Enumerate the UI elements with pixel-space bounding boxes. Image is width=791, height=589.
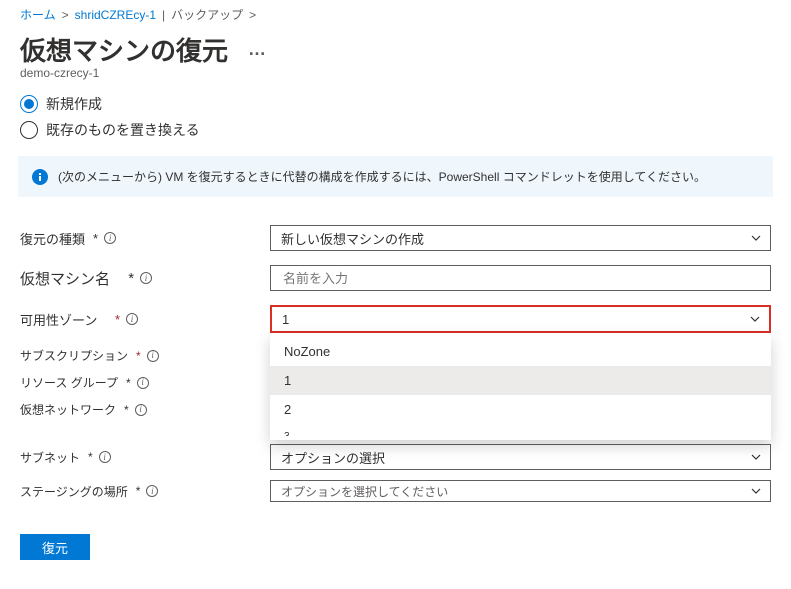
breadcrumb-separator: > <box>62 8 69 22</box>
info-icon[interactable]: i <box>146 485 158 497</box>
chevron-down-icon <box>750 485 762 497</box>
info-icon[interactable]: i <box>126 313 138 325</box>
label-virtual-network: 仮想ネットワーク* i <box>20 401 270 418</box>
dropdown-option-nozone[interactable]: NoZone <box>270 337 771 366</box>
chevron-down-icon <box>750 451 762 463</box>
chevron-down-icon <box>749 313 761 325</box>
info-icon[interactable]: i <box>99 451 111 463</box>
breadcrumb-item-vault[interactable]: shridCZREcy-1 <box>75 8 156 22</box>
select-subnet[interactable]: オプションの選択 <box>270 444 771 470</box>
restore-mode-radio-group: 新規作成 既存のものを置き換える <box>20 94 771 140</box>
label-subnet: サブネット* i <box>20 449 270 466</box>
info-icon[interactable]: i <box>137 377 149 389</box>
page-title-text: 仮想マシンの復元 <box>20 31 228 68</box>
restore-button[interactable]: 復元 <box>20 534 90 560</box>
select-restore-type[interactable]: 新しい仮想マシンの作成 <box>270 225 771 251</box>
label-staging-location: ステージングの場所* i <box>20 483 270 500</box>
dropdown-option-1[interactable]: 1 <box>270 366 771 395</box>
radio-indicator-checked <box>20 95 38 113</box>
label-restore-type: 復元の種類* i <box>20 229 270 248</box>
select-staging-location[interactable]: オプションを選択してください <box>270 480 771 502</box>
radio-label: 既存のものを置き換える <box>46 120 200 140</box>
select-value: 1 <box>282 312 289 327</box>
breadcrumb: ホーム > shridCZREcy-1 | バックアップ > <box>20 0 771 27</box>
info-icon[interactable]: i <box>104 232 116 244</box>
radio-indicator-unchecked <box>20 121 38 139</box>
select-placeholder: オプションを選択してください <box>281 483 448 500</box>
info-banner: (次のメニューから) VM を復元するときに代替の構成を作成するには、Power… <box>18 156 773 197</box>
dropdown-option-3[interactable]: 3 <box>270 424 771 436</box>
breadcrumb-separator: > <box>249 8 256 22</box>
dropdown-option-2[interactable]: 2 <box>270 395 771 424</box>
info-message: (次のメニューから) VM を復元するときに代替の構成を作成するには、Power… <box>58 168 706 185</box>
info-icon <box>32 169 48 185</box>
info-icon[interactable]: i <box>135 404 147 416</box>
label-subscription: サブスクリプション* i <box>20 347 270 364</box>
info-icon[interactable]: i <box>147 350 159 362</box>
breadcrumb-item-backup[interactable]: バックアップ <box>171 6 243 23</box>
page-subtitle: demo-czrecy-1 <box>20 66 771 80</box>
select-value: 新しい仮想マシンの作成 <box>281 229 424 248</box>
input-vm-name[interactable] <box>270 265 771 291</box>
radio-create-new[interactable]: 新規作成 <box>20 94 771 114</box>
page-title: 仮想マシンの復元 … <box>20 31 771 68</box>
label-resource-group: リソース グループ* i <box>20 374 270 391</box>
breadcrumb-separator: | <box>162 8 165 22</box>
availability-zone-field: 1 NoZone 1 2 3 <box>270 305 771 333</box>
more-actions-button[interactable]: … <box>248 39 268 60</box>
radio-label: 新規作成 <box>46 94 102 114</box>
breadcrumb-home[interactable]: ホーム <box>20 6 56 23</box>
select-placeholder: オプションの選択 <box>281 448 385 467</box>
label-availability-zone: 可用性ゾーン * i <box>20 310 270 329</box>
availability-zone-dropdown: NoZone 1 2 3 <box>270 333 771 440</box>
vm-name-field[interactable] <box>281 270 742 287</box>
chevron-down-icon <box>750 232 762 244</box>
select-availability-zone[interactable]: 1 <box>270 305 771 333</box>
info-icon[interactable]: i <box>140 272 152 284</box>
radio-replace-existing[interactable]: 既存のものを置き換える <box>20 120 771 140</box>
label-vm-name: 仮想マシン名 * i <box>20 268 270 289</box>
